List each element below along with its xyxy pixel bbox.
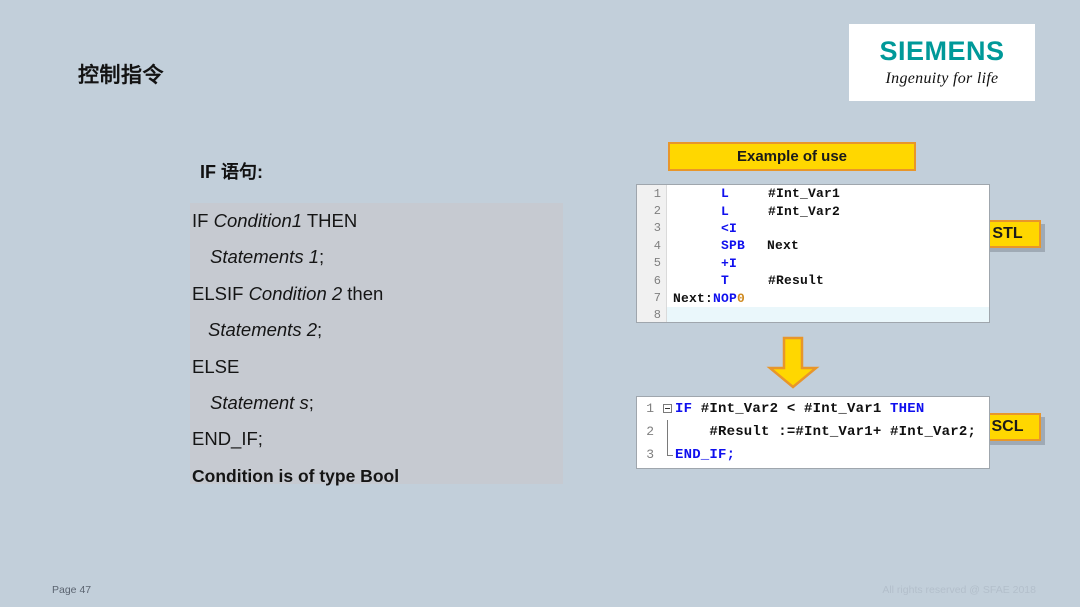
example-of-use-badge: Example of use: [668, 142, 916, 171]
down-arrow-icon: [766, 336, 820, 389]
stl-code-text: +I: [721, 255, 738, 271]
stl-code-row[interactable]: 5 +I: [637, 254, 989, 272]
stl-code-text: <I: [721, 220, 738, 236]
line-number: 5: [637, 254, 667, 272]
if-syntax-line: IF Condition1 THEN: [192, 210, 358, 231]
scl-code-text: #Result :=#Int_Var1+ #Int_Var2;: [675, 423, 977, 440]
if-syntax-line: Statements 2;: [208, 319, 323, 341]
line-number: 1: [637, 185, 667, 203]
line-number: 4: [637, 237, 667, 255]
stl-code-row[interactable]: 6 T #Result: [637, 271, 989, 290]
stl-code-row[interactable]: 4 SPB Next: [637, 237, 989, 255]
fold-collapse-icon[interactable]: [659, 397, 675, 420]
fold-line: [659, 420, 675, 443]
line-number: 2: [637, 202, 667, 220]
siemens-logo: SIEMENS Ingenuity for life: [849, 24, 1035, 101]
line-number: 1: [637, 397, 659, 420]
if-syntax-placeholder: Statement s: [210, 392, 309, 414]
if-syntax-line: ELSIF Condition 2 then: [192, 282, 384, 304]
footer-page-number: Page 47: [52, 584, 92, 596]
siemens-wordmark: SIEMENS: [879, 36, 1005, 66]
scl-code-row[interactable]: 1 IF #Int_Var2 < #Int_Var1 THEN: [637, 397, 989, 420]
footer-copyright: All rights reserved @ SFAE 2018: [882, 584, 1036, 596]
line-number: 8: [637, 306, 667, 322]
scl-code-editor[interactable]: 1 IF #Int_Var2 < #Int_Var1 THEN 2 #Result …: [636, 396, 990, 469]
if-syntax-placeholder: Statements 1: [210, 246, 320, 268]
if-syntax-placeholder: Condition 2: [248, 282, 343, 304]
scl-code-row[interactable]: 3 END_IF;: [637, 443, 989, 466]
stl-code-row[interactable]: 1 L #Int_Var1: [637, 185, 989, 203]
if-syntax-line: ELSE: [192, 355, 240, 377]
line-number: 3: [637, 219, 667, 238]
stl-code-text: Next: NOP 0: [673, 290, 746, 306]
line-number: 6: [637, 271, 667, 290]
fold-end-marker: [659, 443, 675, 466]
if-syntax-line: Condition is of type Bool: [192, 465, 400, 486]
stl-code-row[interactable]: 8: [637, 306, 989, 322]
stl-code-row[interactable]: 3 <I: [637, 219, 989, 238]
stl-code-text: L #Int_Var2: [721, 203, 841, 219]
if-syntax-block: IF Condition1 THEN Statements 1; ELSIF Con…: [190, 203, 563, 486]
siemens-claim: Ingenuity for life: [885, 70, 999, 87]
scl-code-text: IF #Int_Var2 < #Int_Var1 THEN: [675, 400, 925, 417]
stl-code-text: L #Int_Var1: [721, 186, 841, 202]
if-statement-heading: IF 语句:: [200, 162, 263, 182]
line-number: 7: [637, 289, 667, 307]
stl-code-text: [667, 306, 989, 322]
page-title: 控制指令: [78, 64, 164, 87]
if-syntax-line: Statements 1;: [210, 246, 325, 268]
stl-code-text: T #Result: [721, 273, 825, 289]
stl-code-editor[interactable]: 1 L #Int_Var1 2 L #Int_Var2 3 <I 4 SPB Next 5 +I 6 T #R…: [636, 184, 990, 323]
scl-code-text: END_IF;: [675, 446, 736, 463]
line-number: 2: [637, 420, 659, 443]
if-syntax-placeholder: Statements 2: [208, 319, 318, 341]
if-syntax-line: END_IF;: [192, 428, 263, 450]
stl-code-row[interactable]: 2 L #Int_Var2: [637, 202, 989, 220]
if-syntax-placeholder: Condition1: [213, 210, 303, 231]
stl-code-text: SPB Next: [721, 238, 800, 254]
if-syntax-line: Statement s;: [210, 392, 314, 414]
line-number: 3: [637, 443, 659, 466]
scl-code-row[interactable]: 2 #Result :=#Int_Var1+ #Int_Var2;: [637, 420, 989, 443]
stl-code-row[interactable]: 7 Next: NOP 0: [637, 289, 989, 307]
